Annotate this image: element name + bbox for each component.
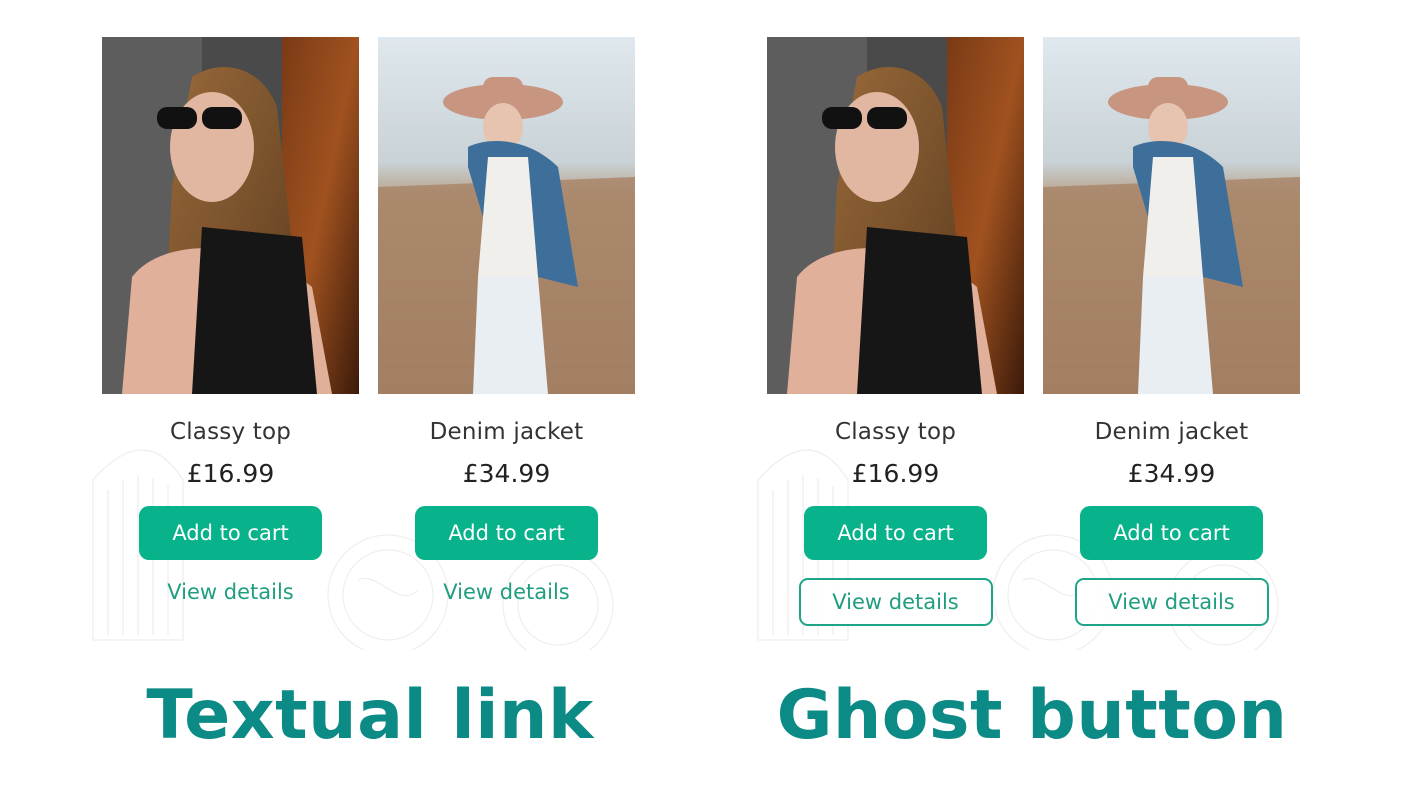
product-price: £34.99 bbox=[1127, 459, 1216, 488]
product-name: Denim jacket bbox=[429, 419, 584, 445]
add-to-cart-button[interactable]: Add to cart bbox=[139, 506, 322, 560]
product-image bbox=[1043, 37, 1300, 394]
add-to-cart-button[interactable]: Add to cart bbox=[415, 506, 598, 560]
product-card: Denim jacket £34.99 Add to cart View det… bbox=[1043, 37, 1300, 626]
product-card: Classy top £16.99 Add to cart View detai… bbox=[102, 37, 359, 604]
view-details-link[interactable]: View details bbox=[102, 580, 359, 604]
view-details-button[interactable]: View details bbox=[798, 578, 993, 626]
product-image bbox=[767, 37, 1024, 394]
product-price: £34.99 bbox=[462, 459, 551, 488]
ghost-button-panel: Classy top £16.99 Add to cart View detai… bbox=[753, 0, 1313, 670]
textual-link-panel: Classy top £16.99 Add to cart View detai… bbox=[88, 0, 648, 670]
textual-link-caption: Textual link bbox=[146, 676, 594, 755]
product-image bbox=[378, 37, 635, 394]
product-card: Denim jacket £34.99 Add to cart View det… bbox=[378, 37, 635, 604]
product-price: £16.99 bbox=[186, 459, 275, 488]
product-image bbox=[102, 37, 359, 394]
product-name: Denim jacket bbox=[1094, 419, 1249, 445]
view-details-button[interactable]: View details bbox=[1074, 578, 1269, 626]
ghost-button-caption: Ghost button bbox=[776, 676, 1288, 755]
product-name: Classy top bbox=[169, 419, 292, 445]
view-details-link[interactable]: View details bbox=[378, 580, 635, 604]
add-to-cart-button[interactable]: Add to cart bbox=[1080, 506, 1263, 560]
add-to-cart-button[interactable]: Add to cart bbox=[804, 506, 987, 560]
product-name: Classy top bbox=[834, 419, 957, 445]
product-card: Classy top £16.99 Add to cart View detai… bbox=[767, 37, 1024, 626]
product-price: £16.99 bbox=[851, 459, 940, 488]
